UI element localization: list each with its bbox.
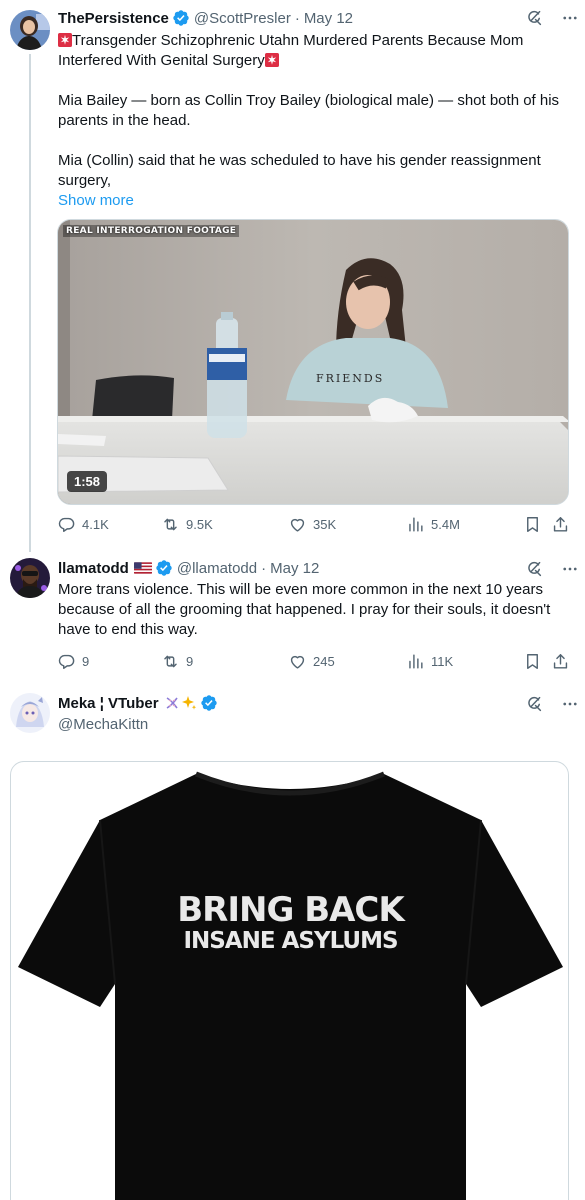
like-icon — [288, 515, 307, 534]
reply-button[interactable]: 9 — [57, 652, 89, 671]
bookmark-icon — [523, 652, 542, 671]
grok-icon[interactable] — [525, 695, 543, 713]
display-name[interactable]: llamatodd — [58, 560, 129, 577]
separator: · — [294, 9, 300, 27]
siren-icon — [58, 33, 72, 47]
avatar[interactable] — [10, 10, 50, 50]
bookmark-button[interactable] — [523, 515, 542, 534]
tshirt-image — [18, 771, 563, 1200]
tweet-handle-row: @MechaKittn — [58, 714, 148, 734]
video-duration: 1:58 — [67, 471, 108, 492]
timestamp[interactable]: May 12 — [270, 560, 319, 577]
like-count: 35K — [313, 517, 337, 532]
tweet-actions: 9 9 245 11K — [57, 652, 569, 672]
shirt-text: FRIENDS — [316, 372, 384, 385]
display-name[interactable]: Meka ¦ VTuber — [58, 695, 159, 712]
shirt-text-line2: INSANE ASYLUMS — [183, 928, 398, 954]
tweet-header: Meka ¦ VTuber — [58, 693, 222, 713]
display-name[interactable]: ThePersistence — [58, 10, 169, 27]
repost-icon — [161, 652, 180, 671]
timestamp[interactable]: May 12 — [304, 10, 353, 27]
reply-icon — [57, 515, 76, 534]
tweet-top-actions — [525, 560, 579, 578]
dna-icon — [166, 697, 178, 709]
grok-icon[interactable] — [525, 9, 543, 27]
like-count: 245 — [313, 654, 335, 669]
repost-count: 9.5K — [186, 517, 213, 532]
sparkles-icon — [181, 696, 196, 710]
usa-flag-icon — [133, 562, 152, 574]
tweet-header: ThePersistence @ScottPresler · May 12 — [58, 8, 353, 28]
more-icon[interactable] — [561, 695, 579, 713]
views-icon — [406, 652, 425, 671]
repost-count: 9 — [186, 654, 194, 669]
views-count: 5.4M — [431, 517, 460, 532]
more-icon[interactable] — [561, 560, 579, 578]
like-button[interactable]: 245 — [288, 652, 335, 671]
handle[interactable]: @MechaKittn — [58, 716, 148, 733]
thread-line — [29, 54, 31, 552]
reply-icon — [57, 652, 76, 671]
repost-button[interactable]: 9.5K — [161, 515, 213, 534]
handle[interactable]: @ScottPresler — [194, 10, 291, 27]
siren-icon — [265, 53, 279, 67]
verified-badge-icon — [155, 559, 173, 577]
repost-icon — [161, 515, 180, 534]
avatar[interactable] — [10, 558, 50, 598]
handle[interactable]: @llamatodd — [177, 560, 257, 577]
video-overlay-label: REAL INTERROGATION FOOTAGE — [63, 225, 240, 237]
tweet-actions: 4.1K 9.5K 35K 5.4M — [57, 515, 569, 535]
reply-count: 9 — [82, 654, 90, 669]
bookmark-icon — [523, 515, 542, 534]
views-button[interactable]: 11K — [406, 652, 453, 671]
views-count: 11K — [431, 654, 454, 669]
tweet-image[interactable]: BRING BACK INSANE ASYLUMS — [10, 761, 569, 1200]
shirt-text-line1: BRING BACK — [177, 890, 404, 930]
share-icon — [551, 515, 570, 534]
bookmark-button[interactable] — [523, 652, 542, 671]
separator: · — [261, 559, 267, 577]
grok-icon[interactable] — [525, 560, 543, 578]
avatar[interactable] — [10, 693, 50, 733]
repost-button[interactable]: 9 — [161, 652, 193, 671]
tweet-top-actions — [525, 9, 579, 27]
views-icon — [406, 515, 425, 534]
video-player[interactable]: FRIENDS REAL INTERROGATION FOOTAGE 1:58 — [57, 219, 569, 505]
verified-badge-icon — [200, 694, 218, 712]
share-button[interactable] — [551, 515, 570, 534]
share-icon — [551, 652, 570, 671]
views-button[interactable]: 5.4M — [406, 515, 460, 534]
tweet-text: Transgender Schizophrenic Utahn Murdered… — [58, 32, 560, 209]
more-icon[interactable] — [561, 9, 579, 27]
tweet-header: llamatodd @llamatodd · May 12 — [58, 558, 319, 578]
show-more-link[interactable]: Show more — [58, 192, 134, 209]
reply-count: 4.1K — [82, 517, 109, 532]
tweet-text: More trans violence. This will be even m… — [58, 581, 551, 638]
like-button[interactable]: 35K — [288, 515, 336, 534]
like-icon — [288, 652, 307, 671]
share-button[interactable] — [551, 652, 570, 671]
reply-button[interactable]: 4.1K — [57, 515, 109, 534]
tweet-top-actions — [525, 695, 579, 713]
verified-badge-icon — [172, 9, 190, 27]
video-thumbnail: FRIENDS — [58, 220, 568, 504]
